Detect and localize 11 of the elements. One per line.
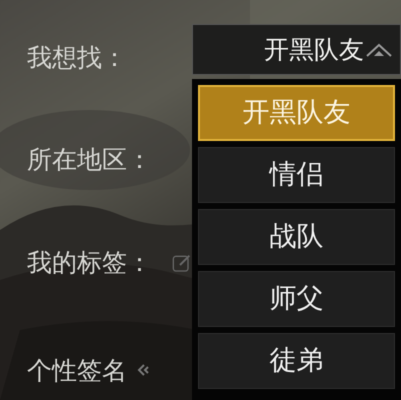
arrow-icon — [137, 364, 149, 376]
dropdown-option[interactable]: 师父 — [198, 271, 395, 327]
field-label: 我想找： — [27, 42, 127, 74]
dropdown-option[interactable]: 战队 — [198, 209, 395, 265]
dropdown-value: 开黑队友 — [264, 34, 364, 66]
field-label: 所在地区： — [27, 144, 152, 176]
dropdown-option[interactable]: 徒弟 — [198, 333, 395, 389]
dropdown[interactable]: 开黑队友 — [192, 24, 401, 75]
field-label: 我的标签： — [27, 247, 152, 279]
field-label: 个性签名 — [27, 354, 127, 386]
dropdown-option[interactable]: 情侣 — [198, 147, 395, 203]
